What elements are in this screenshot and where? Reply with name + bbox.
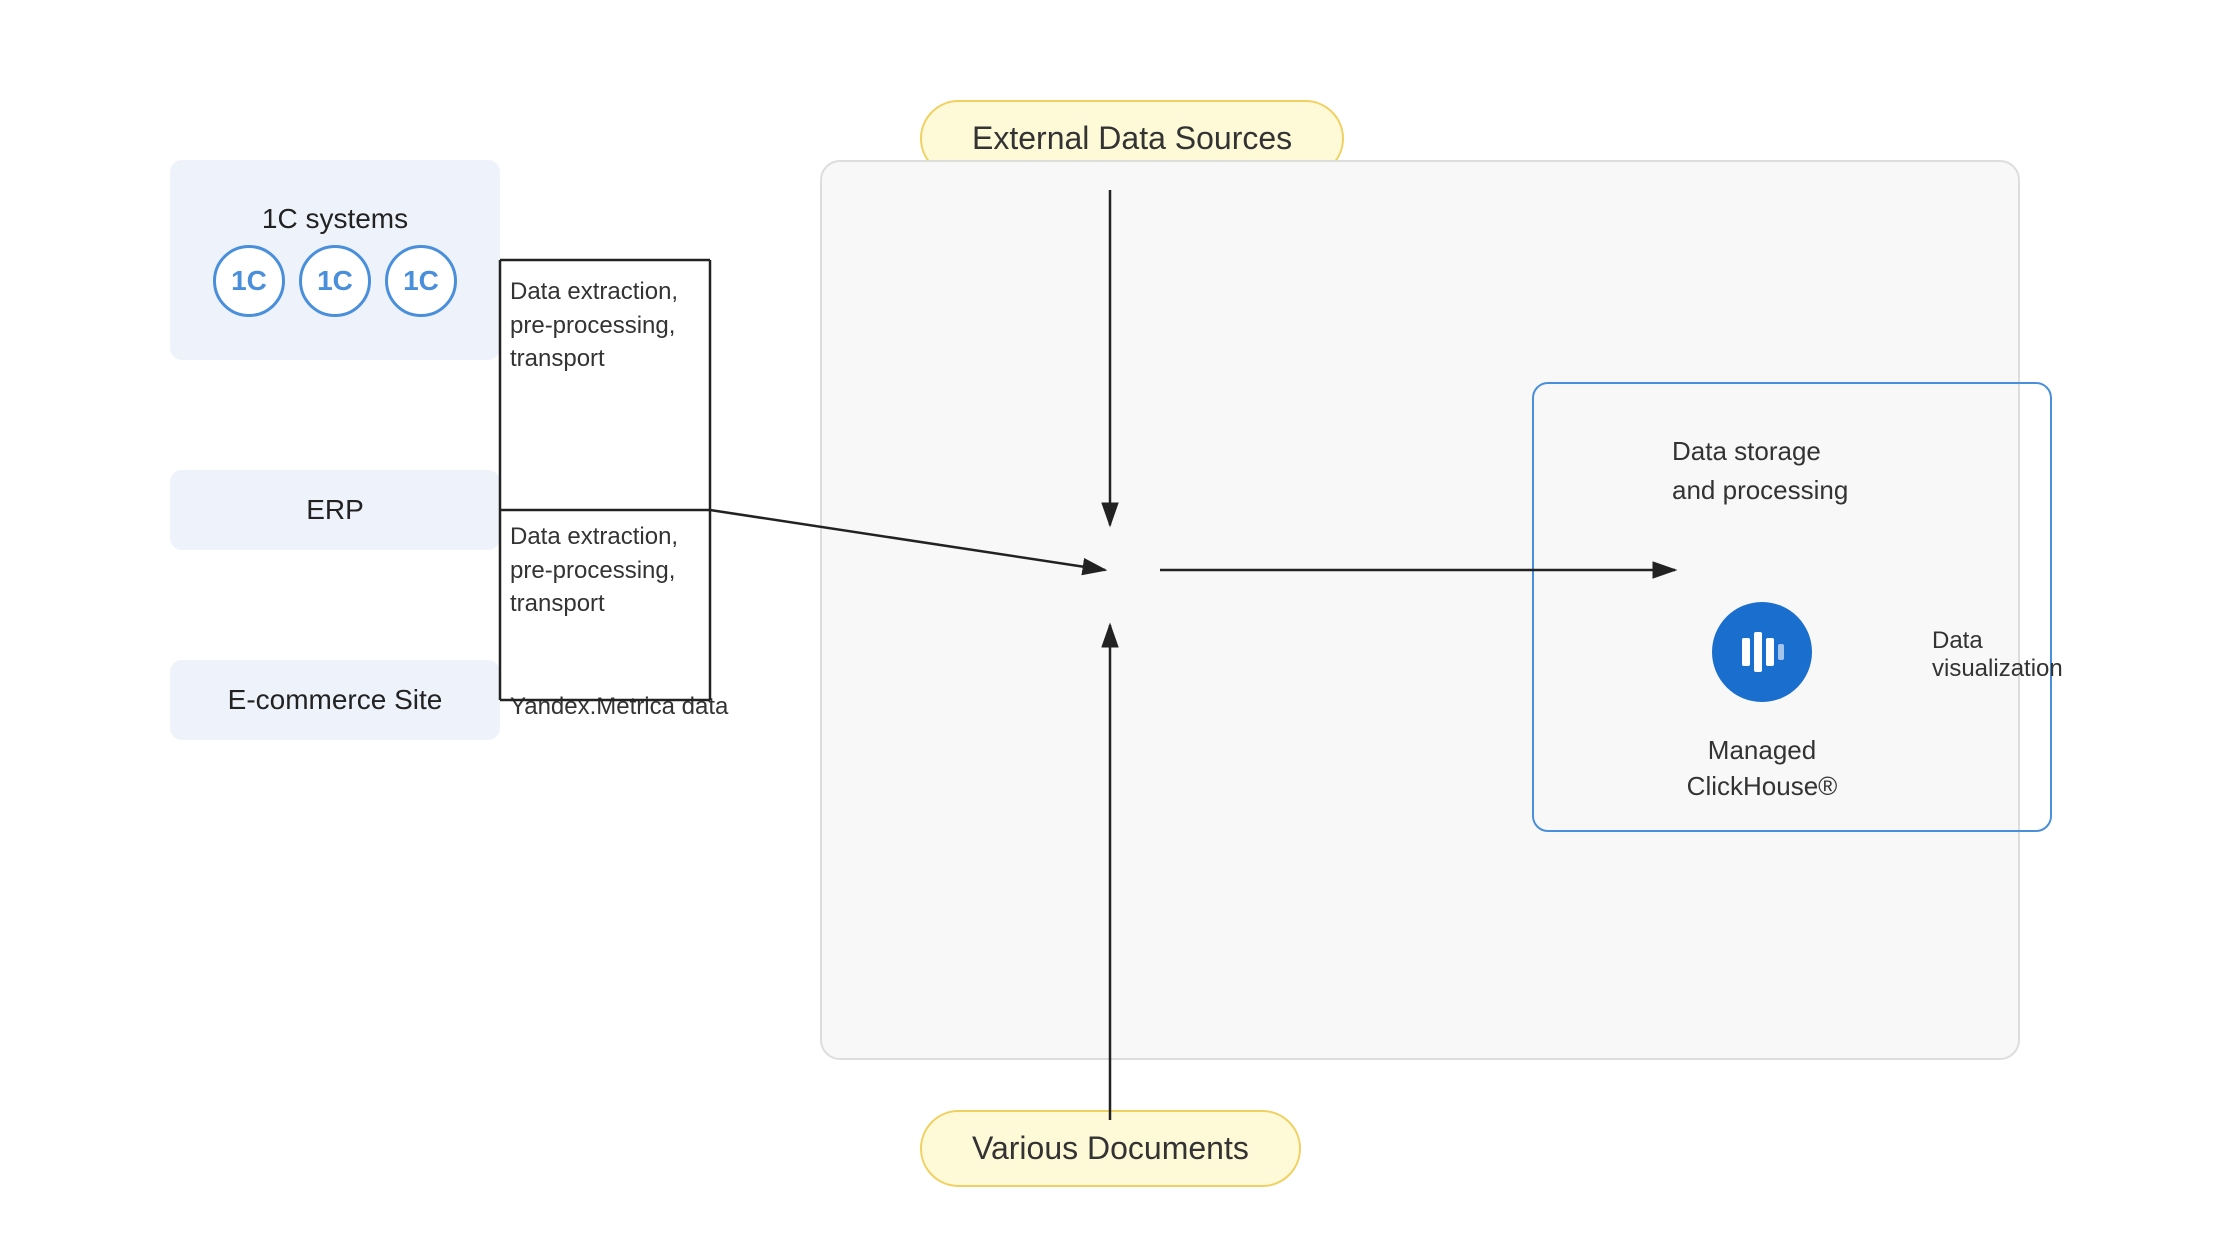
erp-label: ERP: [306, 494, 364, 526]
arrow-label-mid: Data extraction,pre-processing,transport: [510, 520, 678, 621]
clickhouse-text: ManagedClickHouse®: [1687, 735, 1838, 801]
yandex-cloud-box: Yandex Cloud Data storageand processing: [820, 160, 2020, 1060]
box-ecommerce: E-commerce Site: [170, 660, 500, 740]
1c-label: 1C systems: [262, 203, 408, 235]
arrow-label-bot: Yandex.Metrica data: [510, 690, 728, 724]
box-erp: ERP: [170, 470, 500, 550]
ecommerce-label: E-commerce Site: [228, 684, 443, 716]
diagram-inner: External Data Sources Yandex Cloud: [170, 80, 2070, 1180]
1c-icons: 1С 1С 1С: [213, 245, 457, 317]
1c-icon-3: 1С: [385, 245, 457, 317]
box-1c-systems: 1C systems 1С 1С 1С: [170, 160, 500, 360]
clickhouse-icon: [1712, 602, 1812, 702]
1c-icon-1: 1С: [213, 245, 285, 317]
diagram-container: External Data Sources Yandex Cloud: [0, 0, 2240, 1260]
storage-text: Data storageand processing: [1672, 436, 1848, 505]
various-documents-label: Various Documents: [972, 1130, 1249, 1166]
1c-icon-2: 1С: [299, 245, 371, 317]
datavis-text: Data visualization: [1932, 627, 2063, 682]
data-storage-label: Data storageand processing: [1672, 432, 1848, 510]
data-visualization-label: Data visualization: [1932, 627, 2063, 683]
various-documents-box: Various Documents: [920, 1110, 1301, 1187]
clickhouse-label: ManagedClickHouse®: [1662, 732, 1862, 805]
arrow-label-top: Data extraction,pre-processing,transport: [510, 275, 678, 376]
external-data-sources-label: External Data Sources: [972, 120, 1292, 156]
